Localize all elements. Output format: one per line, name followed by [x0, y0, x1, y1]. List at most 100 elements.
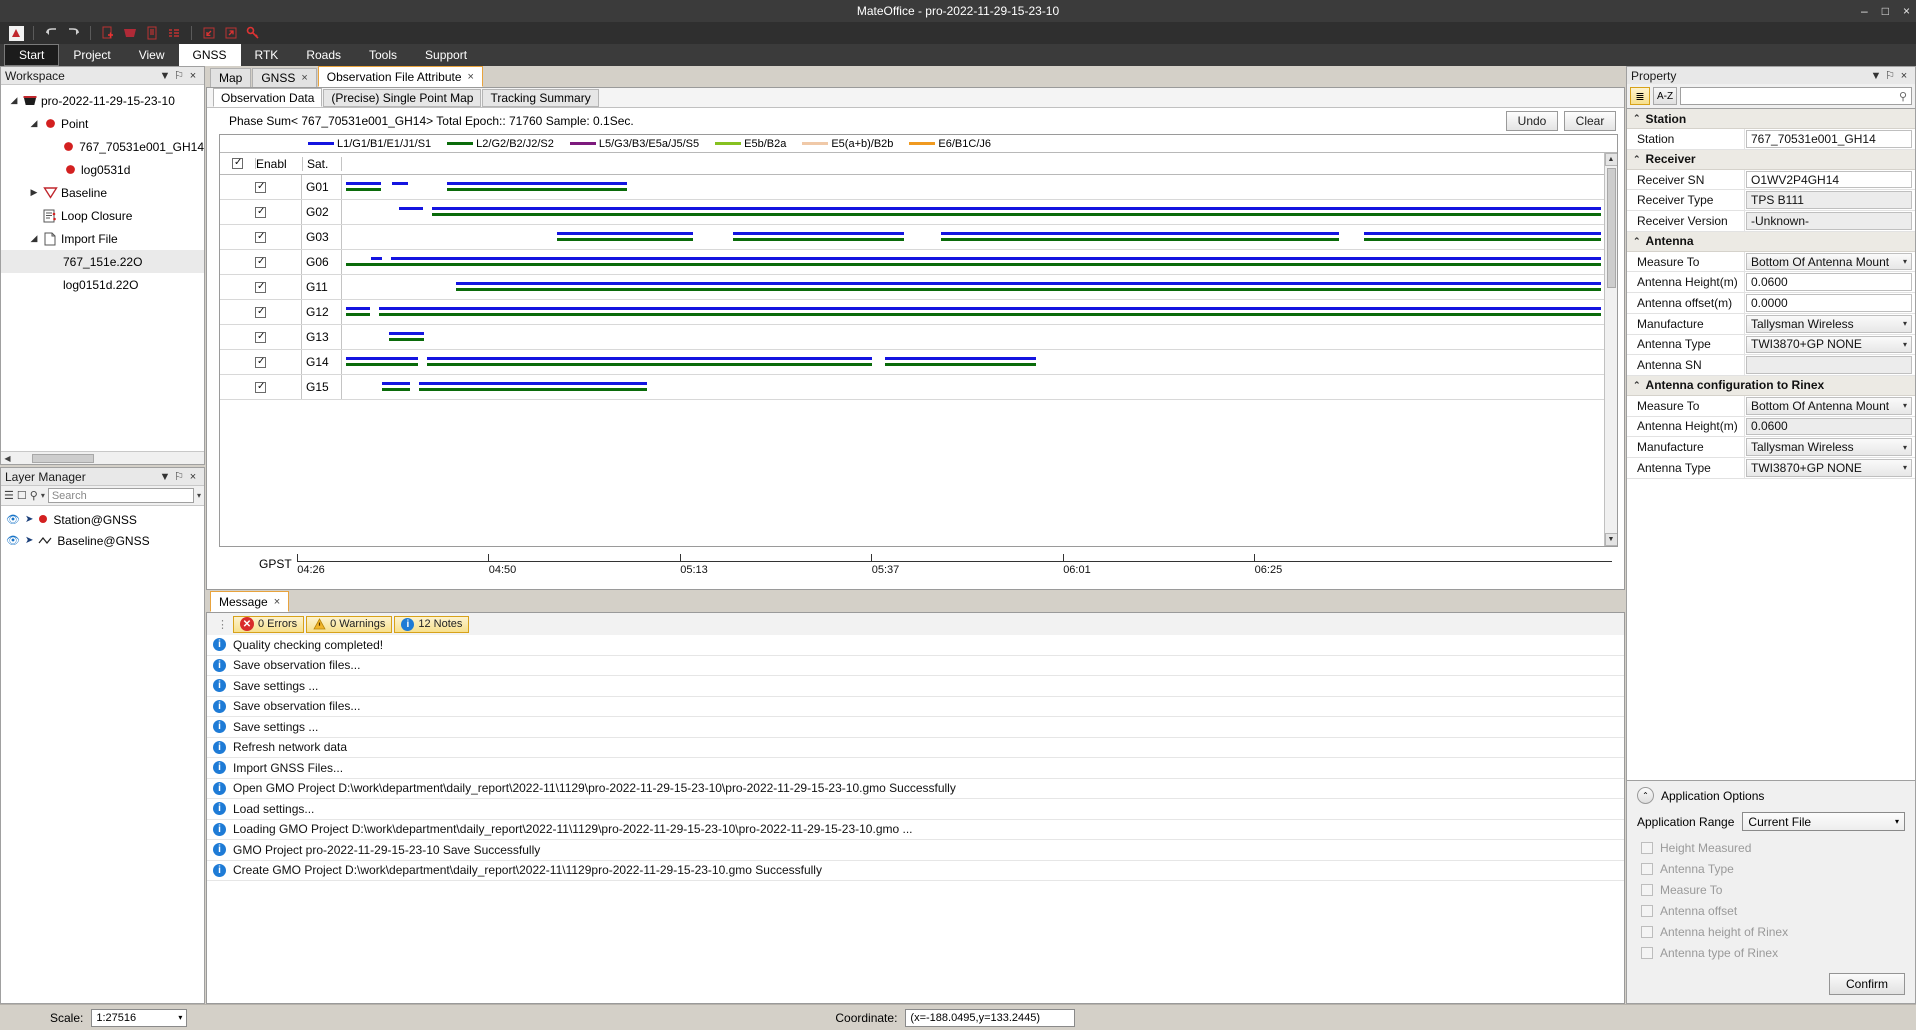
checkbox-icon[interactable]	[1641, 862, 1653, 875]
satellite-enable-checkbox[interactable]	[220, 375, 302, 399]
satellite-enable-checkbox[interactable]	[220, 275, 302, 299]
layer-manager-pin-icon[interactable]: ⚐	[172, 470, 186, 483]
layer-search-input[interactable]: Search	[47, 488, 194, 503]
search-icon[interactable]: ⚲	[1899, 90, 1907, 103]
option-checkbox-antenna-type-of-rinex[interactable]: Antenna type of Rinex	[1637, 942, 1905, 963]
ribbon-tab-rtk[interactable]: RTK	[241, 44, 293, 66]
property-value[interactable]: TWI3870+GP NONE ▾	[1746, 458, 1912, 477]
message-row[interactable]: i Loading GMO Project D:\work\department\…	[207, 820, 1624, 840]
collapse-icon[interactable]: ⌃	[1633, 154, 1641, 165]
message-row[interactable]: i Refresh network data	[207, 738, 1624, 758]
tree-item-loop-closure[interactable]: Loop Closure	[1, 204, 204, 227]
layer-item-baseline-gnss[interactable]: 👁 ➤ Baseline@GNSS	[1, 530, 204, 551]
tree-item-import-file[interactable]: ◢ Import File	[1, 227, 204, 250]
message-row[interactable]: i Quality checking completed!	[207, 635, 1624, 656]
message-row[interactable]: i Create GMO Project D:\work\department\d…	[207, 861, 1624, 881]
option-checkbox-antenna-type[interactable]: Antenna Type	[1637, 858, 1905, 879]
enable-all-checkbox[interactable]	[220, 157, 256, 169]
ribbon-tab-tools[interactable]: Tools	[355, 44, 411, 66]
ribbon-tab-support[interactable]: Support	[411, 44, 481, 66]
collapse-icon[interactable]: ⌃	[1633, 236, 1641, 247]
satellite-enable-checkbox[interactable]	[220, 325, 302, 349]
option-checkbox-height-measured[interactable]: Height Measured	[1637, 837, 1905, 858]
satellite-enable-checkbox[interactable]	[220, 175, 302, 199]
satellite-row[interactable]: G12	[220, 300, 1604, 325]
workspace-hscrollbar[interactable]: ◀	[1, 451, 204, 464]
satellite-enable-checkbox[interactable]	[220, 300, 302, 324]
ribbon-tab-project[interactable]: Project	[59, 44, 124, 66]
layer-dropdown-icon[interactable]: ▾	[41, 491, 45, 500]
checkbox-icon[interactable]	[1641, 883, 1653, 896]
property-pin-icon[interactable]: ⚐	[1883, 69, 1897, 82]
save-icon[interactable]	[142, 24, 162, 42]
new-file-icon[interactable]	[98, 24, 118, 42]
new-layer-icon[interactable]: ☐	[17, 489, 27, 502]
tree-twisty-icon[interactable]: ◢	[27, 118, 41, 129]
list-icon[interactable]	[164, 24, 184, 42]
close-icon[interactable]: ×	[1901, 4, 1912, 18]
satellite-enable-checkbox[interactable]	[220, 200, 302, 224]
eye-icon[interactable]: 👁	[6, 513, 20, 526]
collapse-icon[interactable]: ⌃	[1633, 380, 1641, 391]
zoom-layer-icon[interactable]: ⚲	[30, 489, 38, 502]
tree-item-point[interactable]: ◢ Point	[1, 112, 204, 135]
doc-tab-map[interactable]: Map	[210, 68, 252, 87]
hscroll-thumb[interactable]	[32, 453, 94, 463]
message-row[interactable]: i Save settings ...	[207, 676, 1624, 697]
collapse-icon[interactable]: ⌃	[1633, 113, 1641, 124]
message-row[interactable]: i Load settings...	[207, 799, 1624, 820]
tree-item-767-151e-22o[interactable]: 767_151e.22O	[1, 250, 204, 273]
chevron-down-icon[interactable]: ▾	[1903, 340, 1907, 349]
tree-twisty-icon[interactable]: ◢	[7, 95, 21, 106]
drag-handle-icon[interactable]: ⋮	[217, 618, 228, 631]
collapse-icon[interactable]: ⌃	[1637, 787, 1654, 804]
redo-icon[interactable]	[63, 24, 83, 42]
tree-twisty-icon[interactable]: ◢	[27, 233, 41, 244]
satellite-row[interactable]: G02	[220, 200, 1604, 225]
scroll-down-icon[interactable]: ▼	[1604, 533, 1617, 546]
ribbon-tab-roads[interactable]: Roads	[292, 44, 355, 66]
filter-warnings[interactable]: 0 Warnings	[306, 615, 393, 633]
chevron-down-icon[interactable]: ▾	[1903, 463, 1907, 472]
undo-button[interactable]: Undo	[1506, 111, 1558, 131]
close-icon[interactable]: ×	[468, 71, 474, 83]
minimize-icon[interactable]: –	[1859, 4, 1870, 18]
property-value[interactable]: 0.0600	[1746, 273, 1912, 292]
property-group-antenna-configuration-to-rinex[interactable]: ⌃ Antenna configuration to Rinex	[1627, 375, 1915, 396]
layer-manager-close-icon[interactable]: ×	[186, 471, 200, 483]
message-row[interactable]: i Import GNSS Files...	[207, 758, 1624, 779]
doc-tab-observation-file-attribute[interactable]: Observation File Attribute ×	[317, 66, 483, 87]
categorize-icon[interactable]: ≣	[1630, 87, 1650, 105]
ribbon-tab-gnss[interactable]: GNSS	[178, 44, 241, 66]
chevron-down-icon[interactable]: ▾	[1903, 443, 1907, 452]
chevron-down-icon[interactable]: ▾	[1903, 401, 1907, 410]
property-group-receiver[interactable]: ⌃ Receiver	[1627, 149, 1915, 170]
tree-item-log0531d[interactable]: log0531d	[1, 158, 204, 181]
clear-button[interactable]: Clear	[1564, 111, 1616, 131]
key-icon[interactable]	[243, 24, 263, 42]
doc-tab-gnss[interactable]: GNSS ×	[252, 68, 317, 87]
property-group-station[interactable]: ⌃ Station	[1627, 109, 1915, 129]
message-row[interactable]: i Save observation files...	[207, 656, 1624, 676]
close-icon[interactable]: ×	[274, 596, 280, 608]
scroll-left-icon[interactable]: ◀	[1, 454, 14, 463]
scale-select[interactable]: 1:27516 ▾	[91, 1008, 188, 1027]
workspace-close-icon[interactable]: ×	[186, 70, 200, 82]
option-checkbox-antenna-height-of-rinex[interactable]: Antenna height of Rinex	[1637, 921, 1905, 942]
tree-item-767-70531e001-gh14[interactable]: 767_70531e001_GH14	[1, 135, 204, 158]
option-checkbox-antenna-offset[interactable]: Antenna offset	[1637, 900, 1905, 921]
property-value[interactable]: Bottom Of Antenna Mount ▾	[1746, 396, 1912, 415]
select-cursor-icon[interactable]: ➤	[25, 535, 33, 546]
satellite-row[interactable]: G11	[220, 275, 1604, 300]
export-icon[interactable]	[221, 24, 241, 42]
property-dropdown-icon[interactable]: ▼	[1869, 70, 1883, 82]
select-cursor-icon[interactable]: ➤	[25, 514, 33, 525]
workspace-dropdown-icon[interactable]: ▼	[158, 70, 172, 82]
layer-item-station-gnss[interactable]: 👁 ➤ Station@GNSS	[1, 509, 204, 530]
property-value[interactable]: Tallysman Wireless ▾	[1746, 314, 1912, 333]
layer-manager-dropdown-icon[interactable]: ▼	[158, 471, 172, 483]
sort-az-button[interactable]: A-Z	[1653, 87, 1677, 105]
ribbon-tab-view[interactable]: View	[125, 44, 179, 66]
checkbox-icon[interactable]	[1641, 904, 1653, 917]
message-row[interactable]: i Save observation files...	[207, 697, 1624, 717]
